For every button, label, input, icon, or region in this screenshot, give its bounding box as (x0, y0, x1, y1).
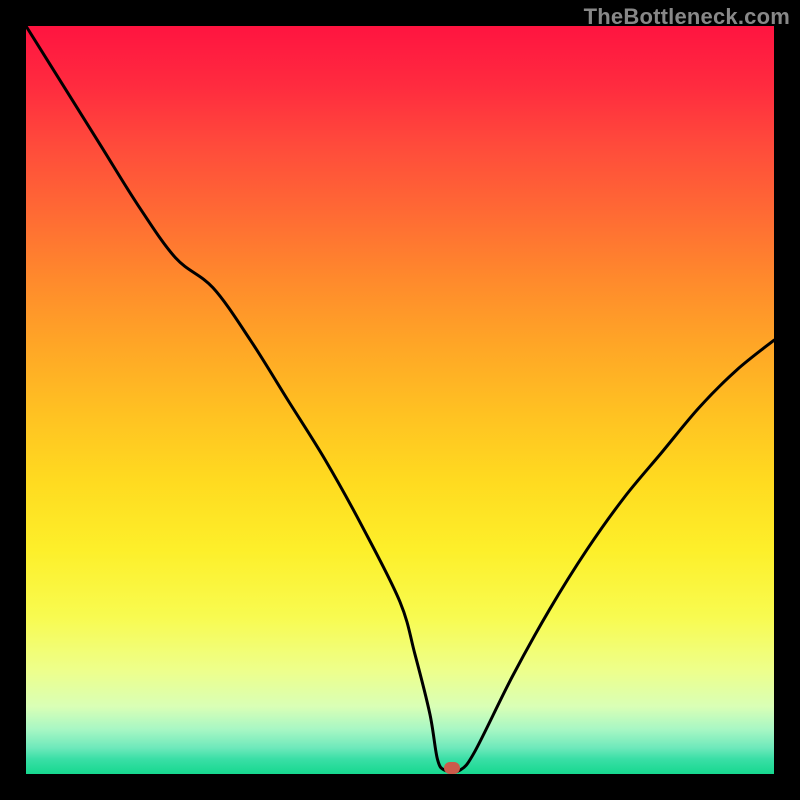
bottleneck-curve (26, 26, 774, 774)
chart-frame: TheBottleneck.com (0, 0, 800, 800)
plot-area (26, 26, 774, 774)
minimum-marker (444, 762, 460, 774)
curve-path (26, 26, 774, 772)
